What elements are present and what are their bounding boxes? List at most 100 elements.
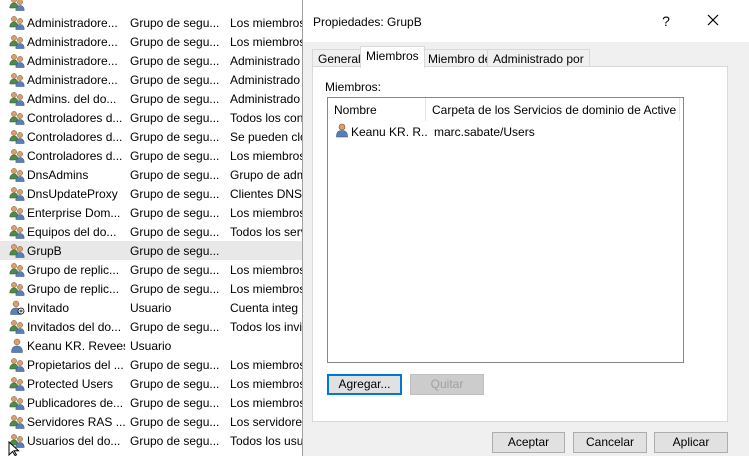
dialog-title: Propiedades: GrupB — [313, 15, 422, 29]
object-description: Clientes DNS — [230, 187, 303, 201]
tab-general[interactable]: General — [312, 49, 367, 67]
members-list[interactable]: Nombre Carpeta de los Servicios de domin… — [327, 97, 684, 363]
object-type: Grupo de segu... — [130, 320, 220, 334]
object-name: Administradore... — [27, 16, 118, 30]
group-icon — [9, 53, 25, 68]
list-item[interactable]: DnsAdmins Grupo de segu... Grupo de adm — [0, 165, 310, 184]
object-type: Grupo de segu... — [130, 434, 220, 448]
group-icon — [9, 319, 25, 334]
object-type: Grupo de segu... — [130, 358, 220, 372]
object-description: Los miembros — [230, 263, 305, 277]
group-icon — [9, 281, 25, 296]
tab-managed-by[interactable]: Administrado por — [487, 49, 590, 67]
help-button[interactable]: ? — [659, 13, 673, 29]
object-name: Enterprise Dom... — [27, 206, 121, 220]
member-folder: marc.sabate/Users — [434, 125, 535, 139]
object-name: Publicadores de... — [27, 396, 124, 410]
remove-button[interactable]: Quitar — [410, 374, 484, 395]
list-item[interactable]: DnsUpdateProxy Grupo de segu... Clientes D… — [0, 184, 310, 203]
group-icon — [9, 0, 25, 11]
list-item[interactable]: Publicadores de... Grupo de segu... Los mi… — [0, 393, 310, 412]
object-description: Los miembros — [230, 35, 305, 49]
object-description: Administrado — [230, 92, 301, 106]
object-name: Keanu KR. Revees — [27, 339, 125, 353]
object-type: Grupo de segu... — [130, 73, 220, 87]
group-icon — [9, 357, 25, 372]
user-icon — [335, 123, 349, 138]
group-icon — [9, 205, 25, 220]
members-label: Miembros: — [325, 80, 382, 94]
object-type: Usuario — [130, 301, 172, 315]
group-icon — [9, 224, 25, 239]
list-item[interactable]: Grupo de replic... Grupo de segu... Los mi… — [0, 279, 310, 298]
list-item[interactable]: Administradore... Grupo de segu... Adminis… — [0, 70, 310, 89]
members-panel: Miembros: Nombre Carpeta de los Servicio… — [312, 66, 728, 422]
list-item[interactable]: Administradore... Grupo de segu... Los mie… — [0, 13, 310, 32]
group-icon — [9, 148, 25, 163]
object-description: Todos los usu — [230, 434, 304, 448]
mouse-cursor-icon — [8, 440, 20, 456]
object-name: Administradore... — [27, 54, 118, 68]
object-type: Grupo de segu... — [130, 263, 220, 277]
ok-button[interactable]: Aceptar — [492, 432, 565, 453]
tab-members[interactable]: Miembros — [360, 46, 425, 68]
column-header-folder[interactable]: Carpeta de los Servicios de dominio de A… — [426, 98, 680, 121]
object-description: Los miembros — [230, 16, 305, 30]
object-type: Grupo de segu... — [130, 16, 220, 30]
list-item[interactable]: Keanu KR. R... marc.sabate/Users — [328, 122, 683, 140]
list-item[interactable]: Controladores d... Grupo de segu... Se pue… — [0, 127, 310, 146]
object-name: GrupB — [27, 244, 62, 258]
object-name: Invitados del do... — [27, 320, 122, 334]
object-name: Propietarios del ... — [27, 358, 124, 372]
object-name: Protected Users — [27, 377, 114, 391]
list-item[interactable]: Servidores RAS ... Grupo de segu... Los se… — [0, 412, 310, 431]
object-name: DnsUpdateProxy — [27, 187, 118, 201]
object-type: Grupo de segu... — [130, 130, 220, 144]
object-type: Grupo de segu... — [130, 225, 220, 239]
group-icon — [9, 243, 25, 258]
title-bar[interactable]: Propiedades: GrupB ? — [303, 0, 749, 42]
object-type: Grupo de segu... — [130, 396, 220, 410]
list-item[interactable]: Admins. del do... Grupo de segu... Adminis… — [0, 89, 310, 108]
object-type: Grupo de segu... — [130, 92, 220, 106]
list-item[interactable]: Keanu KR. Revees Usuario — [0, 336, 310, 355]
column-header-name[interactable]: Nombre — [328, 98, 426, 121]
properties-dialog: Propiedades: GrupB ? General Miembros Mi… — [302, 0, 749, 456]
user-icon — [9, 338, 25, 353]
apply-button[interactable]: Aplicar — [654, 432, 728, 453]
list-item[interactable] — [0, 0, 310, 13]
list-item[interactable]: Grupo de replic... Grupo de segu... Los mi… — [0, 260, 310, 279]
list-item[interactable]: Invitado Usuario Cuenta integ — [0, 298, 310, 317]
group-icon — [9, 91, 25, 106]
object-type: Grupo de segu... — [130, 35, 220, 49]
list-item[interactable]: Administradore... Grupo de segu... Los mie… — [0, 32, 310, 51]
object-name: Equipos del do... — [27, 225, 117, 239]
object-description: Los miembros — [230, 149, 305, 163]
list-item[interactable]: Controladores d... Grupo de segu... Los mi… — [0, 146, 310, 165]
object-name: DnsAdmins — [27, 168, 89, 182]
list-item[interactable]: Propietarios del ... Grupo de segu... Los … — [0, 355, 310, 374]
list-item[interactable]: Equipos del do... Grupo de segu... Todos l… — [0, 222, 310, 241]
group-icon — [9, 167, 25, 182]
cancel-button[interactable]: Cancelar — [573, 432, 647, 453]
object-description: Los miembros — [230, 377, 305, 391]
list-item[interactable]: Controladores d... Grupo de segu... Todos … — [0, 108, 310, 127]
close-icon[interactable] — [703, 10, 723, 30]
group-icon — [9, 110, 25, 125]
object-name: Controladores d... — [27, 111, 123, 125]
list-item[interactable]: GrupB Grupo de segu... — [0, 241, 310, 260]
list-item[interactable]: Enterprise Dom... Grupo de segu... Los mie… — [0, 203, 310, 222]
background-object-list: Administradore... Grupo de segu... Los mie… — [0, 0, 310, 456]
list-item[interactable]: Usuarios del do... Grupo de segu... Todos … — [0, 431, 310, 450]
group-icon — [9, 262, 25, 277]
object-description: Administrado — [230, 73, 301, 87]
group-icon — [9, 186, 25, 201]
object-type: Grupo de segu... — [130, 54, 220, 68]
object-name: Grupo de replic... — [27, 263, 120, 277]
group-icon — [9, 72, 25, 87]
object-name: Admins. del do... — [27, 92, 117, 106]
list-item[interactable]: Invitados del do... Grupo de segu... Todos… — [0, 317, 310, 336]
list-item[interactable]: Administradore... Grupo de segu... Adminis… — [0, 51, 310, 70]
list-item[interactable]: Protected Users Grupo de segu... Los miemb… — [0, 374, 310, 393]
add-button[interactable]: Agregar... — [327, 374, 402, 395]
